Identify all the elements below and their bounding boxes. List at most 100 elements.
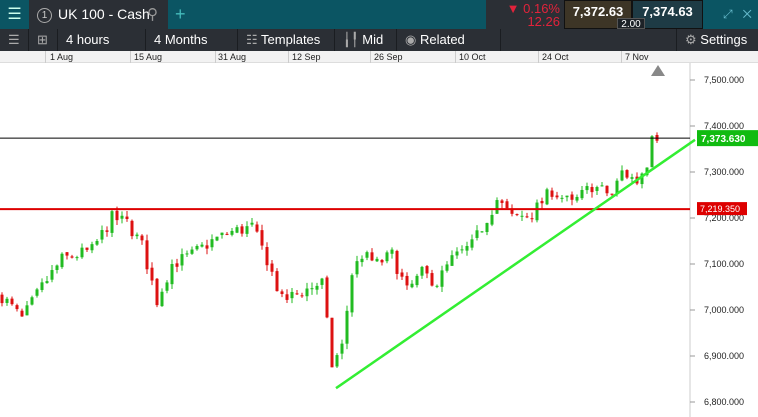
- candle: [305, 288, 309, 297]
- candle: [290, 291, 294, 299]
- date-tick: 26 Sep: [374, 52, 403, 62]
- interval-select[interactable]: 4 hours: [58, 29, 146, 51]
- sliders-icon: ☷: [246, 32, 262, 47]
- close-icon[interactable]: ✕: [743, 7, 752, 21]
- candle: [405, 275, 409, 286]
- candle: [440, 270, 444, 287]
- layout-icon[interactable]: ⊞: [29, 29, 58, 51]
- candle: [605, 185, 609, 194]
- price-tick: 6,900.000: [704, 351, 744, 361]
- scroll-latest-icon: [651, 65, 665, 76]
- candle: [530, 218, 534, 220]
- candle: [445, 264, 449, 271]
- candle: [410, 283, 414, 288]
- candle: [190, 249, 194, 254]
- related-button[interactable]: ◉ Related: [397, 29, 501, 51]
- price-tick: 7,500.000: [704, 75, 744, 85]
- candle: [110, 211, 114, 233]
- candle: [365, 252, 369, 258]
- hamburger-icon[interactable]: ☰: [0, 0, 29, 29]
- settings-label: Settings: [700, 32, 748, 47]
- date-tick: 15 Aug: [134, 52, 163, 62]
- candle: [620, 170, 624, 181]
- candle: [170, 264, 174, 285]
- candle: [175, 263, 179, 267]
- date-axis: 1 Aug 15 Aug 31 Aug 12 Sep 26 Sep 10 Oct…: [0, 51, 758, 63]
- candle: [235, 227, 239, 233]
- candle: [265, 247, 269, 266]
- down-arrow-icon: ▼: [506, 1, 524, 16]
- candle: [435, 285, 439, 287]
- candle: [345, 310, 349, 344]
- candle: [520, 215, 524, 217]
- eye-icon: ◉: [405, 32, 420, 47]
- templates-button[interactable]: ☷ Templates: [238, 29, 335, 51]
- level-price-label: 7,219.350: [700, 204, 740, 214]
- candle: [330, 317, 334, 368]
- settings-button[interactable]: ⚙ Settings: [676, 29, 758, 51]
- price-tick: 6,800.000: [704, 397, 744, 407]
- instrument-tab[interactable]: 1 UK 100 - Cash ⚲: [29, 0, 168, 29]
- candle: [485, 222, 489, 233]
- candle: [350, 275, 354, 313]
- candle: [230, 230, 234, 235]
- candle: [90, 244, 94, 251]
- candle: [165, 282, 169, 291]
- candle: [500, 200, 504, 203]
- candle: [630, 177, 634, 179]
- candle: [650, 136, 654, 168]
- candle: [15, 305, 19, 310]
- search-icon[interactable]: ⚲: [147, 0, 158, 29]
- candle: [195, 246, 199, 250]
- candle: [610, 193, 614, 195]
- candle: [320, 278, 324, 285]
- candle: [385, 252, 389, 262]
- candle: [10, 298, 14, 305]
- candle: [180, 254, 184, 266]
- candle: [355, 261, 359, 275]
- candle: [565, 195, 569, 198]
- price-tick: 7,100.000: [704, 259, 744, 269]
- candle: [505, 201, 509, 209]
- candle: [390, 249, 394, 254]
- candle: [455, 251, 459, 256]
- candle: [220, 232, 224, 236]
- candle: [315, 285, 319, 290]
- candle: [135, 234, 139, 237]
- candle: [255, 224, 259, 232]
- candle: [295, 293, 299, 295]
- candle: [160, 291, 164, 307]
- candle: [395, 250, 399, 274]
- candle: [375, 258, 379, 262]
- candle: [140, 235, 144, 241]
- price-chart[interactable]: 7,500.0007,400.0007,300.0007,200.0007,10…: [0, 63, 758, 417]
- candle: [400, 272, 404, 277]
- range-select[interactable]: 4 Months: [146, 29, 238, 51]
- candle: [535, 202, 539, 221]
- candle: [85, 247, 89, 250]
- candle: [475, 230, 479, 238]
- add-tab-icon[interactable]: +: [175, 0, 186, 29]
- expand-icon[interactable]: ⤢: [723, 7, 733, 21]
- candle: [470, 239, 474, 248]
- gear-icon: ⚙: [685, 32, 701, 47]
- candle: [205, 245, 209, 249]
- price-tick: 7,000.000: [704, 305, 744, 315]
- price-type-button[interactable]: ╽╿ Mid: [335, 29, 397, 51]
- candle: [70, 256, 74, 258]
- candle: [200, 244, 204, 247]
- candle: [25, 305, 29, 316]
- candle: [490, 214, 494, 225]
- candle: [115, 210, 119, 221]
- candle: [270, 263, 274, 272]
- candle: [545, 189, 549, 205]
- date-tick: 12 Sep: [292, 52, 321, 62]
- candle: [340, 343, 344, 354]
- list-icon[interactable]: ☰: [0, 29, 29, 51]
- candle: [65, 252, 69, 256]
- candle: [210, 239, 214, 248]
- candle: [550, 190, 554, 197]
- price-type-label: Mid: [362, 32, 384, 47]
- chart-toolbar: ☰ ⊞ 4 hours 4 Months ☷ Templates ╽╿ Mid …: [0, 29, 758, 51]
- candle: [80, 247, 84, 258]
